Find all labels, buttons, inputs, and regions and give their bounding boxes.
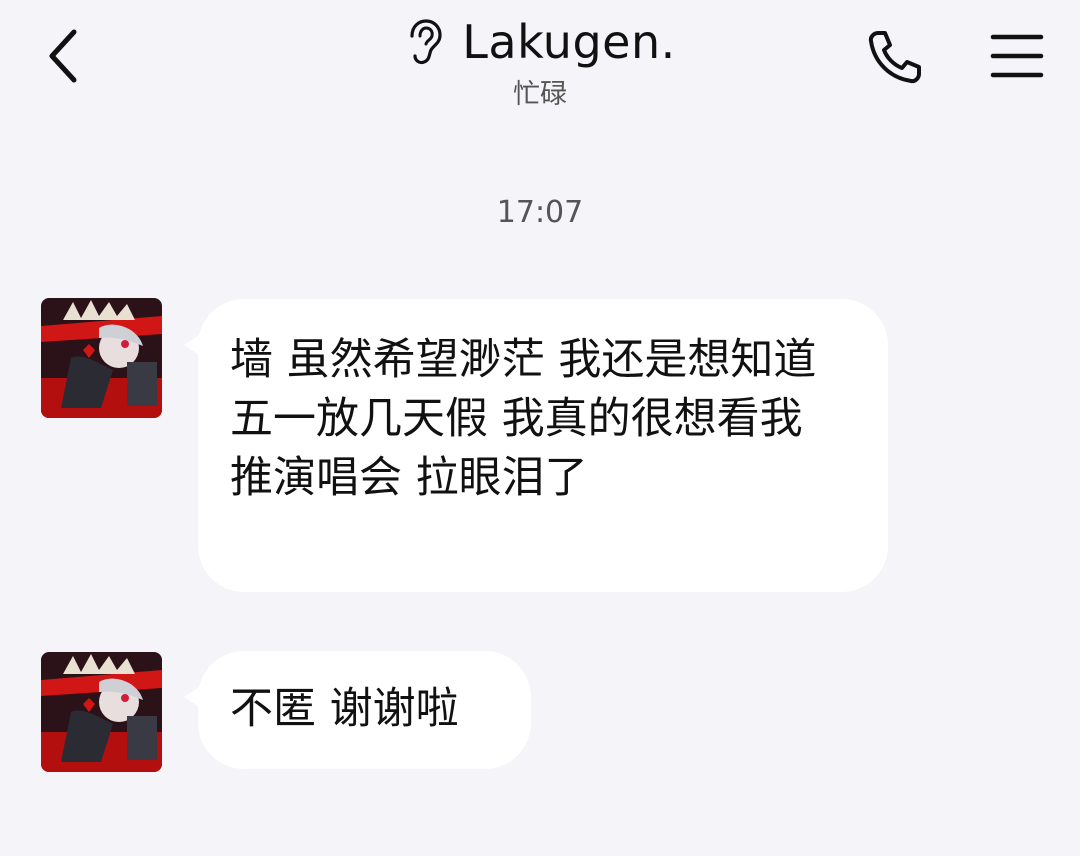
menu-button[interactable] (984, 26, 1050, 86)
ear-icon[interactable] (404, 18, 444, 66)
contact-avatar[interactable] (41, 298, 162, 418)
message-text: 不匿 谢谢啦 (230, 684, 459, 734)
title-row: Lakugen. (404, 14, 675, 70)
message-text: 墙 虽然希望渺茫 我还是想知道五一放几天假 我真的很想看我推演唱会 拉眼泪了 (230, 335, 817, 503)
call-button[interactable] (862, 26, 926, 90)
contact-avatar[interactable] (41, 652, 162, 772)
message-bubble[interactable]: 不匿 谢谢啦 (184, 651, 531, 769)
message-timestamp: 17:07 (496, 195, 584, 230)
phone-icon (868, 31, 921, 84)
bubble-tail (184, 685, 202, 709)
bubble-tail (184, 333, 202, 357)
message-bubble[interactable]: 墙 虽然希望渺茫 我还是想知道五一放几天假 我真的很想看我推演唱会 拉眼泪了 (184, 299, 888, 592)
contact-name[interactable]: Lakugen. (462, 14, 675, 70)
chat-header: Lakugen. 忙碌 (0, 0, 1080, 120)
menu-icon (990, 34, 1044, 78)
